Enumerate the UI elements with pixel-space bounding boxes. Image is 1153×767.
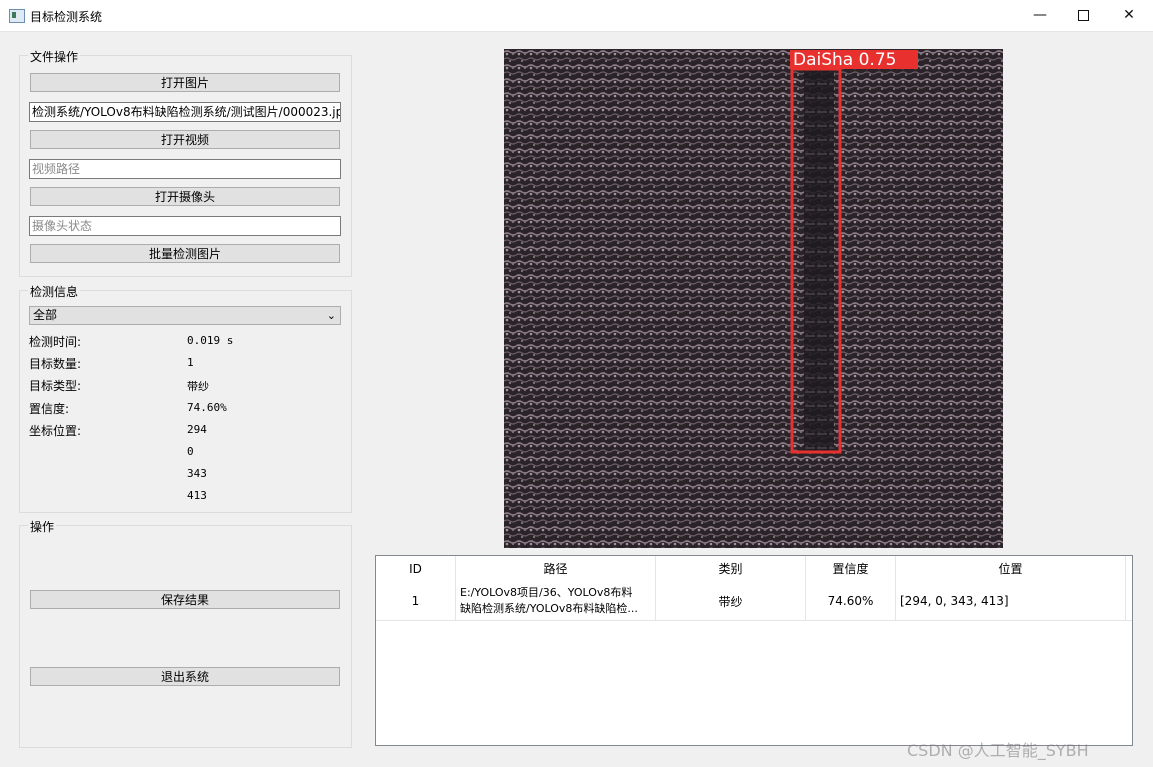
minimize-button[interactable]: — bbox=[1017, 0, 1063, 31]
cell-path: E:/YOLOv8项目/36、YOLOv8布料 缺陷检测系统/YOLOv8布料缺… bbox=[456, 582, 656, 620]
confidence-value: 74.60% bbox=[187, 401, 227, 414]
app-icon bbox=[9, 9, 25, 23]
open-image-button[interactable]: 打开图片 bbox=[30, 73, 340, 92]
header-id[interactable]: ID bbox=[376, 556, 456, 582]
detect-time-label: 检测时间: bbox=[29, 335, 82, 349]
coordinate-xmin-value: 294 bbox=[187, 423, 207, 436]
operations-group: 操作 bbox=[19, 518, 352, 748]
close-button[interactable]: ✕ bbox=[1106, 0, 1152, 31]
header-category[interactable]: 类别 bbox=[656, 556, 806, 582]
window-title: 目标检测系统 bbox=[30, 10, 103, 24]
maximize-button[interactable] bbox=[1060, 0, 1106, 31]
detection-info-title: 检测信息 bbox=[28, 283, 81, 300]
detection-box-label: DaiSha 0.75 bbox=[793, 50, 896, 70]
operations-title: 操作 bbox=[28, 518, 57, 535]
coordinate-ymax-value: 413 bbox=[187, 489, 207, 502]
watermark: CSDN @人工智能_SYBH bbox=[907, 741, 1089, 760]
header-confidence[interactable]: 置信度 bbox=[806, 556, 896, 582]
video-path-field[interactable]: 视频路径 bbox=[29, 159, 341, 179]
open-camera-button[interactable]: 打开摄像头 bbox=[30, 187, 340, 206]
target-select[interactable]: 全部 ⌄ bbox=[29, 306, 341, 325]
target-count-value: 1 bbox=[187, 356, 194, 369]
cell-path-line2: 缺陷检测系统/YOLOv8布料缺陷检... bbox=[460, 602, 638, 615]
open-video-button[interactable]: 打开视频 bbox=[30, 130, 340, 149]
camera-status-field[interactable]: 摄像头状态 bbox=[29, 216, 341, 236]
confidence-label: 置信度: bbox=[29, 402, 70, 416]
target-select-value: 全部 bbox=[33, 308, 58, 322]
target-type-label: 目标类型: bbox=[29, 379, 82, 393]
coordinate-xmax-value: 343 bbox=[187, 467, 207, 480]
header-path[interactable]: 路径 bbox=[456, 556, 656, 582]
cell-confidence: 74.60% bbox=[806, 582, 896, 620]
header-position[interactable]: 位置 bbox=[896, 556, 1126, 582]
results-table[interactable]: ID 路径 类别 置信度 位置 1 E:/YOLOv8项目/36、YOLOv8布… bbox=[375, 555, 1133, 746]
target-type-value: 带纱 bbox=[187, 380, 209, 393]
table-header: ID 路径 类别 置信度 位置 bbox=[376, 556, 1132, 582]
coordinates-label: 坐标位置: bbox=[29, 424, 82, 438]
image-path-field[interactable]: 检测系统/YOLOv8布料缺陷检测系统/测试图片/000023.jpg bbox=[29, 102, 341, 122]
exit-system-button[interactable]: 退出系统 bbox=[30, 667, 340, 686]
title-bar: 目标检测系统 — ✕ bbox=[0, 0, 1153, 32]
detection-image: DaiSha 0.75 bbox=[504, 49, 1003, 548]
fabric-image: DaiSha 0.75 bbox=[504, 49, 1003, 548]
coordinate-ymin-value: 0 bbox=[187, 445, 194, 458]
batch-detect-button[interactable]: 批量检测图片 bbox=[30, 244, 340, 263]
cell-position: [294, 0, 343, 413] bbox=[896, 582, 1126, 620]
cell-path-line1: E:/YOLOv8项目/36、YOLOv8布料 bbox=[460, 586, 633, 599]
save-results-button[interactable]: 保存结果 bbox=[30, 590, 340, 609]
detect-time-value: 0.019 s bbox=[187, 334, 234, 347]
maximize-icon bbox=[1077, 9, 1089, 21]
cell-id: 1 bbox=[376, 582, 456, 620]
chevron-down-icon: ⌄ bbox=[326, 309, 336, 322]
file-operations-title: 文件操作 bbox=[28, 48, 81, 65]
target-count-label: 目标数量: bbox=[29, 357, 82, 371]
cell-category: 带纱 bbox=[656, 582, 806, 620]
table-row[interactable]: 1 E:/YOLOv8项目/36、YOLOv8布料 缺陷检测系统/YOLOv8布… bbox=[376, 582, 1132, 621]
